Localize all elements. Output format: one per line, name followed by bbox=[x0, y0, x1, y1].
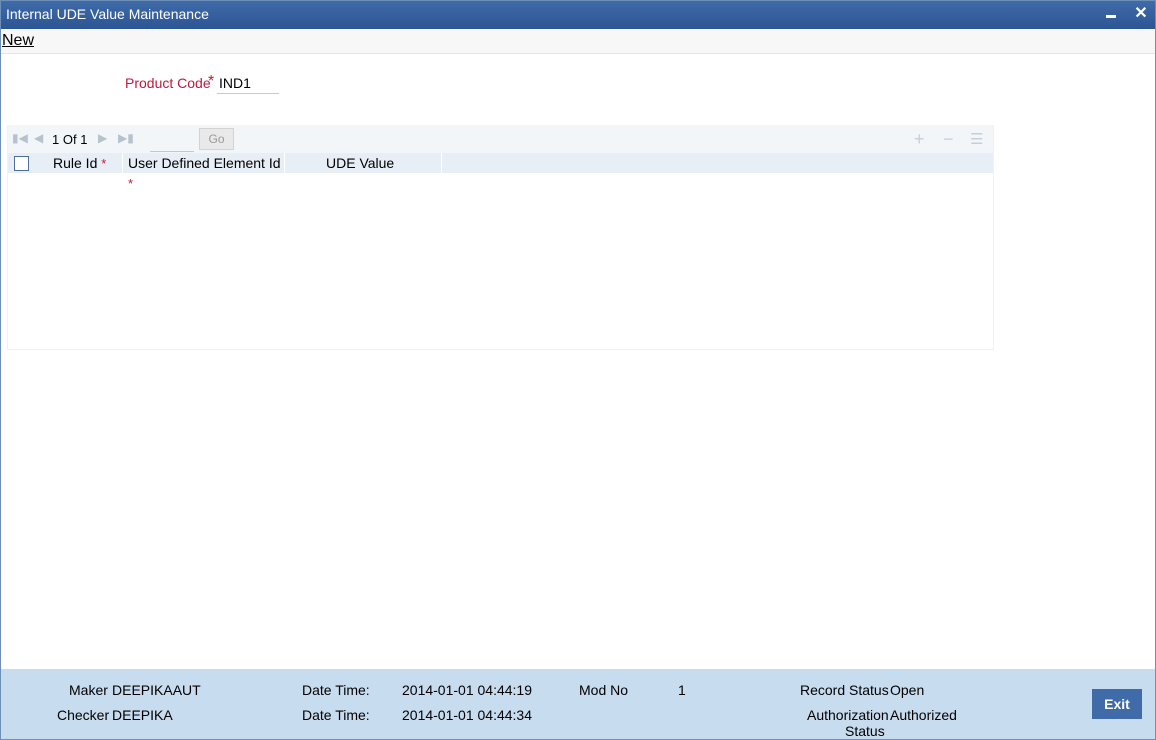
add-row-icon[interactable]: + bbox=[914, 129, 925, 150]
authorization-status-value: Authorized bbox=[890, 707, 957, 723]
authorization-status-label: Authorization bbox=[807, 707, 889, 723]
select-all-checkbox[interactable] bbox=[14, 156, 29, 171]
last-page-icon[interactable]: ▶▮ bbox=[118, 131, 134, 145]
title-bar: Internal UDE Value Maintenance ✕ bbox=[1, 1, 1155, 29]
audit-footer: Maker DEEPIKAAUT Checker DEEPIKA Date Ti… bbox=[1, 669, 1155, 739]
mod-no-label: Mod No bbox=[579, 682, 629, 698]
page-total: 1 bbox=[80, 132, 88, 147]
close-icon[interactable]: ✕ bbox=[1132, 5, 1150, 23]
authorization-status-label-line2: Status bbox=[845, 723, 885, 739]
window: Internal UDE Value Maintenance ✕ New Pro… bbox=[0, 0, 1156, 740]
new-menu-item[interactable]: New bbox=[2, 32, 34, 50]
mod-no-value: 1 bbox=[678, 682, 686, 698]
menu-bar: New bbox=[1, 29, 1155, 54]
first-page-icon[interactable]: ▮◀ bbox=[12, 131, 28, 145]
grid-toolbar: ▮◀ ◀ 1 Of 1 ▶ ▶▮ Go + − ☰ bbox=[8, 125, 993, 153]
column-label: Rule Id bbox=[53, 155, 98, 171]
record-status-label: Record Status bbox=[800, 682, 889, 698]
single-view-icon[interactable]: ☰ bbox=[970, 130, 983, 148]
maker-label: Maker bbox=[69, 682, 108, 698]
exit-button[interactable]: Exit bbox=[1092, 689, 1142, 719]
grid-header: Rule Id * User Defined Element Id * UDE … bbox=[8, 153, 993, 191]
checker-label: Checker bbox=[57, 707, 110, 723]
maker-date-time-label: Date Time: bbox=[302, 682, 370, 698]
column-header-rule-id[interactable]: Rule Id * bbox=[37, 153, 123, 173]
page-current: 1 bbox=[52, 132, 60, 147]
ude-value-grid: ▮◀ ◀ 1 Of 1 ▶ ▶▮ Go + − ☰ Rule Id * User… bbox=[7, 125, 994, 350]
minimize-icon[interactable] bbox=[1102, 5, 1120, 23]
product-code-label: Product Code bbox=[125, 75, 211, 91]
next-page-icon[interactable]: ▶ bbox=[98, 131, 107, 145]
page-number-input[interactable] bbox=[150, 129, 194, 152]
maker-date-time-value: 2014-01-01 04:44:19 bbox=[402, 682, 532, 698]
delete-row-icon[interactable]: − bbox=[943, 129, 954, 150]
product-code-input[interactable] bbox=[217, 73, 279, 94]
column-header-user-defined-element-id[interactable]: User Defined Element Id * bbox=[124, 153, 285, 191]
required-marker: * bbox=[101, 156, 107, 171]
go-button[interactable]: Go bbox=[199, 128, 234, 150]
page-indicator: 1 Of 1 bbox=[52, 132, 87, 147]
window-title: Internal UDE Value Maintenance bbox=[6, 6, 209, 22]
record-status-value: Open bbox=[890, 682, 925, 698]
page-of-label: Of bbox=[62, 132, 77, 147]
required-marker: * bbox=[128, 176, 134, 191]
previous-page-icon[interactable]: ◀ bbox=[34, 131, 43, 145]
checker-date-time-value: 2014-01-01 04:44:34 bbox=[402, 707, 532, 723]
column-header-ude-value[interactable]: UDE Value bbox=[286, 153, 442, 173]
maker-value: DEEPIKAAUT bbox=[112, 682, 201, 698]
column-label: User Defined Element Id bbox=[128, 155, 281, 171]
checker-date-time-label: Date Time: bbox=[302, 707, 370, 723]
required-marker: * bbox=[208, 73, 215, 90]
checker-value: DEEPIKA bbox=[112, 707, 173, 723]
column-label: UDE Value bbox=[326, 155, 395, 171]
